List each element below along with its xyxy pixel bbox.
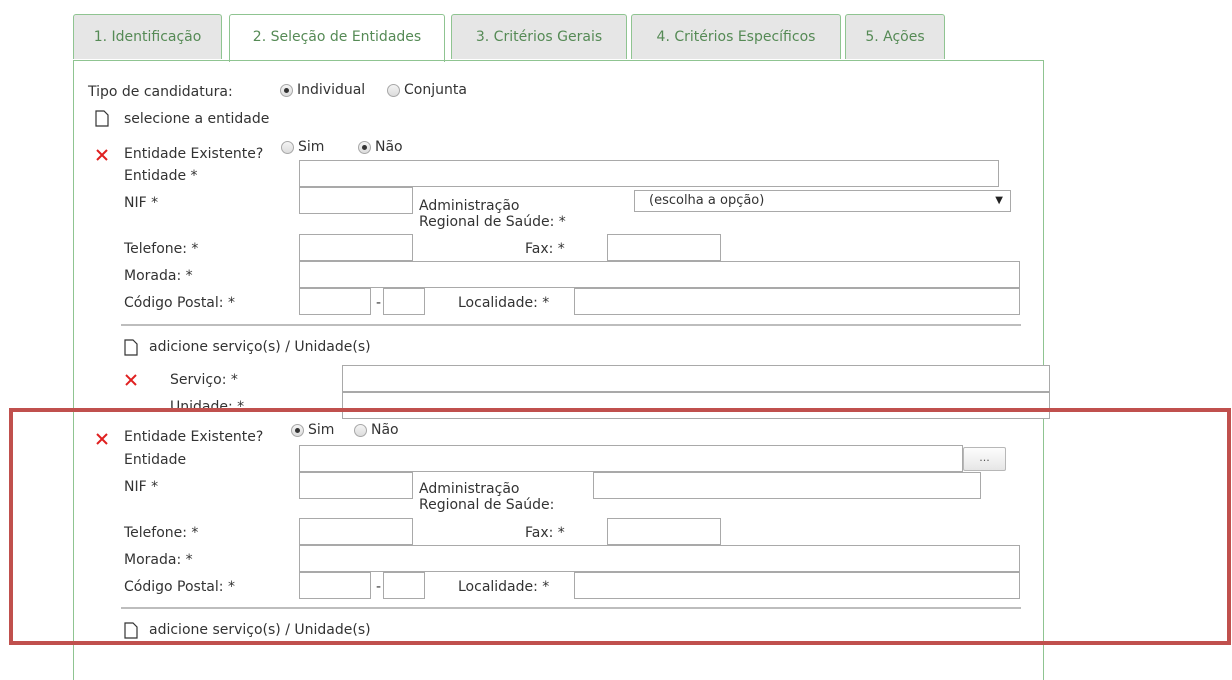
ars-label-2: Regional de Saúde: bbox=[419, 497, 555, 513]
individual-label: Individual bbox=[297, 82, 366, 98]
servico-input[interactable] bbox=[342, 365, 1050, 392]
codigo-postal-label: Código Postal: * bbox=[124, 295, 235, 311]
telefone-label: Telefone: * bbox=[124, 525, 199, 541]
tab-acoes[interactable]: 5. Ações bbox=[845, 14, 945, 59]
telefone-input[interactable] bbox=[299, 234, 413, 261]
radio-existente-nao[interactable] bbox=[354, 424, 367, 437]
candidatura-label: Tipo de candidatura: bbox=[88, 84, 233, 100]
radio-existente-sim[interactable] bbox=[291, 424, 304, 437]
sim-label: Sim bbox=[308, 422, 335, 438]
radio-existente-sim[interactable] bbox=[281, 141, 294, 154]
divider bbox=[121, 324, 1021, 326]
entidade-label: Entidade bbox=[124, 452, 187, 468]
codigo-postal-input-2[interactable] bbox=[383, 288, 425, 315]
entidade-existente-label: Entidade Existente? bbox=[124, 146, 264, 162]
tab-criterios-especificos[interactable]: 4. Critérios Específicos bbox=[631, 14, 841, 59]
fax-input[interactable] bbox=[607, 234, 721, 261]
nif-label: NIF * bbox=[124, 479, 159, 495]
select-entity-link[interactable]: selecione a entidade bbox=[124, 110, 269, 128]
telefone-label: Telefone: * bbox=[124, 241, 199, 257]
entidade-existente-label: Entidade Existente? bbox=[124, 429, 264, 445]
browse-entity-button[interactable]: ... bbox=[963, 447, 1006, 471]
localidade-label: Localidade: * bbox=[458, 295, 550, 311]
nif-input[interactable] bbox=[299, 187, 413, 214]
morada-input[interactable] bbox=[299, 261, 1020, 288]
nif-input[interactable] bbox=[299, 472, 413, 499]
nao-label: Não bbox=[371, 422, 399, 438]
entidade-label: Entidade * bbox=[124, 168, 198, 184]
codigo-postal-input-2[interactable] bbox=[383, 572, 425, 599]
radio-individual[interactable] bbox=[280, 84, 293, 97]
codigo-postal-input-1[interactable] bbox=[299, 288, 371, 315]
cp-separator: - bbox=[376, 579, 382, 595]
add-service-link[interactable]: adicione serviço(s) / Unidade(s) bbox=[149, 338, 371, 356]
radio-conjunta[interactable] bbox=[387, 84, 400, 97]
fax-label: Fax: * bbox=[525, 525, 565, 541]
cp-separator: - bbox=[376, 295, 382, 311]
ars-select-value: (escolha a opção) bbox=[649, 193, 765, 208]
morada-label: Morada: * bbox=[124, 268, 193, 284]
unidade-label: Unidade: * bbox=[170, 399, 245, 415]
add-service-link[interactable]: adicione serviço(s) / Unidade(s) bbox=[149, 621, 371, 639]
codigo-postal-label: Código Postal: * bbox=[124, 579, 235, 595]
unidade-input[interactable] bbox=[342, 392, 1050, 419]
remove-service-icon[interactable] bbox=[124, 373, 138, 387]
localidade-input[interactable] bbox=[574, 572, 1020, 599]
tab-identificacao[interactable]: 1. Identificação bbox=[73, 14, 222, 59]
morada-label: Morada: * bbox=[124, 552, 193, 568]
fax-input[interactable] bbox=[607, 518, 721, 545]
ars-label-2: Regional de Saúde: * bbox=[419, 214, 566, 230]
telefone-input[interactable] bbox=[299, 518, 413, 545]
nao-label: Não bbox=[375, 139, 403, 155]
tab-criterios-gerais[interactable]: 3. Critérios Gerais bbox=[451, 14, 627, 59]
localidade-input[interactable] bbox=[574, 288, 1020, 315]
remove-entity-icon[interactable] bbox=[95, 148, 109, 162]
ars-input[interactable] bbox=[593, 472, 981, 499]
conjunta-label: Conjunta bbox=[404, 82, 467, 98]
servico-label: Serviço: * bbox=[170, 372, 238, 388]
entidade-input[interactable] bbox=[299, 160, 999, 187]
dropdown-arrow-icon: ▼ bbox=[995, 195, 1003, 206]
entidade-input[interactable] bbox=[299, 445, 963, 472]
nif-label: NIF * bbox=[124, 195, 159, 211]
morada-input[interactable] bbox=[299, 545, 1020, 572]
divider bbox=[121, 607, 1021, 609]
ars-select[interactable]: (escolha a opção) ▼ bbox=[634, 190, 1011, 212]
codigo-postal-input-1[interactable] bbox=[299, 572, 371, 599]
document-icon[interactable] bbox=[124, 339, 138, 356]
tab-selecao-entidades[interactable]: 2. Seleção de Entidades bbox=[229, 14, 445, 62]
document-icon[interactable] bbox=[124, 622, 138, 639]
localidade-label: Localidade: * bbox=[458, 579, 550, 595]
fax-label: Fax: * bbox=[525, 241, 565, 257]
remove-entity-icon[interactable] bbox=[95, 432, 109, 446]
radio-existente-nao[interactable] bbox=[358, 141, 371, 154]
document-icon[interactable] bbox=[95, 110, 109, 127]
sim-label: Sim bbox=[298, 139, 325, 155]
